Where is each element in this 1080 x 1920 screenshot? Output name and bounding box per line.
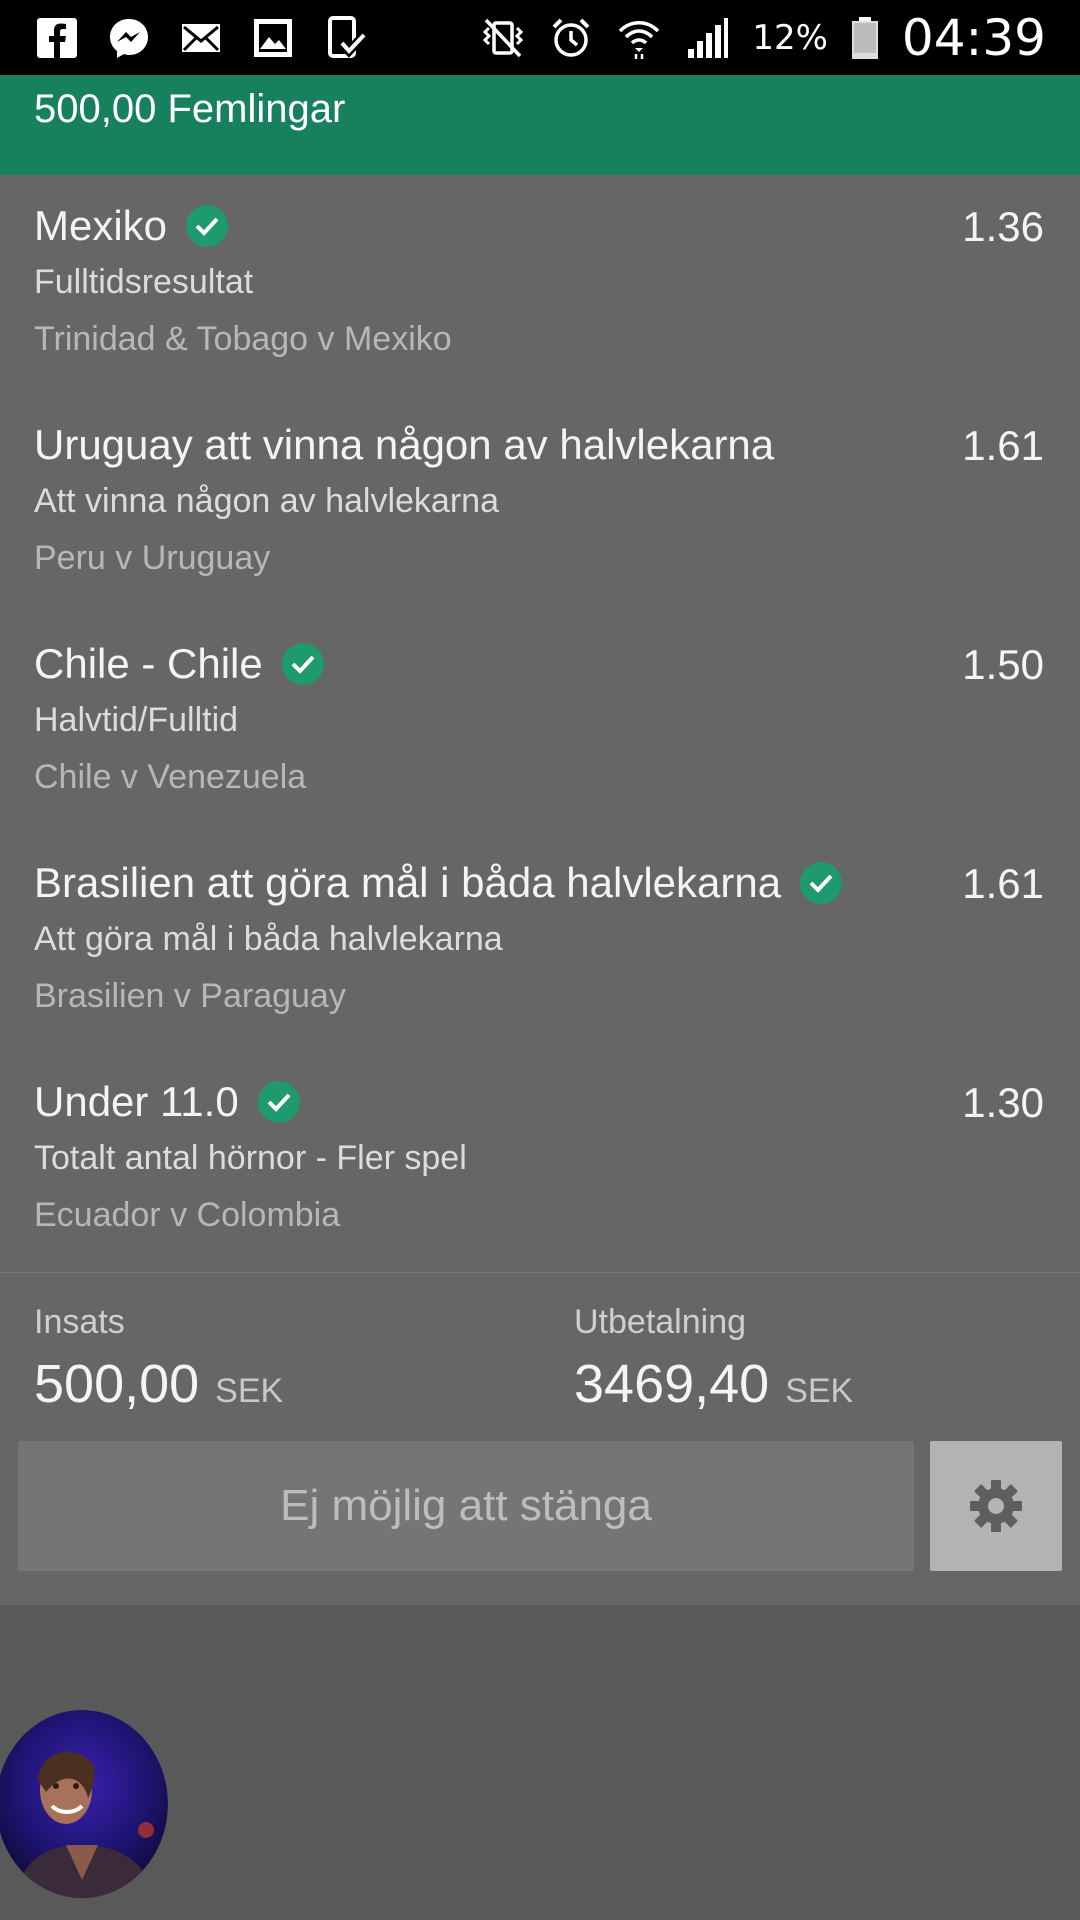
bet-event: Brasilien v Paraguay bbox=[34, 977, 346, 1015]
bet-odds: 1.61 bbox=[962, 860, 1044, 907]
bet-odds: 1.30 bbox=[962, 1079, 1044, 1126]
facebook-icon bbox=[37, 18, 77, 58]
gallery-icon bbox=[254, 19, 292, 57]
payout-value: 3469,40 bbox=[574, 1354, 770, 1414]
check-circle-icon bbox=[800, 862, 843, 904]
bet-event: Ecuador v Colombia bbox=[34, 1196, 341, 1234]
battery-percent: 12% bbox=[752, 18, 828, 58]
stake-value: 500,00 bbox=[34, 1354, 200, 1414]
check-circle-icon bbox=[281, 643, 324, 685]
bet-market: Att vinna någon av halvlekarna bbox=[34, 482, 499, 520]
bet-title-row: Mexiko bbox=[34, 201, 229, 251]
alarm-icon bbox=[552, 18, 590, 57]
messenger-icon bbox=[110, 19, 148, 58]
bet-market: Halvtid/Fulltid bbox=[34, 701, 239, 739]
bet-item: Under 11.0 1.30 Totalt antal hörnor - Fl… bbox=[0, 1051, 1080, 1270]
bet-market: Att göra mål i båda halvlekarna bbox=[34, 920, 503, 958]
mail-icon bbox=[182, 24, 220, 52]
status-bar: 12% 04:39 bbox=[0, 0, 1080, 75]
clock: 04:39 bbox=[901, 9, 1046, 67]
bet-selection: Uruguay att vinna någon av halvlekarna bbox=[34, 421, 775, 468]
cash-out-button-label: Ej möjlig att stänga bbox=[280, 1481, 652, 1530]
bet-odds: 1.36 bbox=[962, 203, 1044, 250]
bet-title-row: Brasilien att göra mål i båda halvlekarn… bbox=[34, 858, 843, 908]
stake-currency: SEK bbox=[215, 1372, 284, 1410]
bet-title-row: Under 11.0 bbox=[34, 1077, 301, 1127]
settings-button[interactable] bbox=[930, 1441, 1062, 1571]
bet-title-row: Chile - Chile bbox=[34, 639, 325, 689]
bet-market: Fulltidsresultat bbox=[34, 263, 254, 301]
stake-amount: 500,00 SEK bbox=[34, 1353, 283, 1415]
bet-odds: 1.50 bbox=[962, 641, 1044, 688]
bet-title-row: Uruguay att vinna någon av halvlekarna bbox=[34, 420, 774, 470]
stake-label: Insats bbox=[34, 1303, 125, 1341]
bet-summary: Insats 500,00 SEK Utbetalning 3469,40 SE… bbox=[0, 1273, 1080, 1605]
avatar[interactable] bbox=[0, 1710, 168, 1898]
check-circle-icon bbox=[257, 1081, 300, 1123]
gear-icon bbox=[970, 1480, 1022, 1532]
download-icon bbox=[328, 16, 368, 58]
payout-currency: SEK bbox=[785, 1372, 854, 1410]
bet-selection: Under 11.0 bbox=[34, 1078, 239, 1125]
bet-item: Brasilien att göra mål i båda halvlekarn… bbox=[0, 832, 1080, 1051]
bet-list: Mexiko 1.36 Fulltidsresultat Trinidad & … bbox=[0, 175, 1080, 1274]
bet-event: Chile v Venezuela bbox=[34, 758, 307, 796]
payout-label: Utbetalning bbox=[574, 1303, 747, 1341]
check-circle-icon bbox=[186, 205, 229, 247]
wifi-icon bbox=[619, 21, 660, 59]
bet-selection: Brasilien att göra mål i båda halvlekarn… bbox=[34, 859, 782, 906]
battery-icon bbox=[851, 17, 878, 59]
vibrate-icon bbox=[483, 18, 524, 58]
bet-header: 500,00 Femlingar bbox=[0, 75, 1080, 175]
bet-item: Chile - Chile 1.50 Halvtid/Fulltid Chile… bbox=[0, 613, 1080, 832]
bet-event: Trinidad & Tobago v Mexiko bbox=[34, 320, 452, 358]
payout-amount: 3469,40 SEK bbox=[574, 1353, 853, 1415]
bet-selection: Chile - Chile bbox=[34, 640, 263, 687]
signal-icon bbox=[688, 18, 729, 58]
bet-odds: 1.61 bbox=[962, 422, 1044, 469]
bet-selection: Mexiko bbox=[34, 202, 168, 249]
cash-out-button[interactable]: Ej möjlig att stänga bbox=[18, 1441, 914, 1571]
status-bar-notifications bbox=[34, 10, 368, 66]
bet-event: Peru v Uruguay bbox=[34, 539, 271, 577]
status-bar-system: 12% 04:39 bbox=[480, 6, 1046, 70]
bet-market: Totalt antal hörnor - Fler spel bbox=[34, 1139, 467, 1177]
bet-item: Mexiko 1.36 Fulltidsresultat Trinidad & … bbox=[0, 175, 1080, 394]
bet-item: Uruguay att vinna någon av halvlekarna 1… bbox=[0, 394, 1080, 613]
header-title: 500,00 Femlingar bbox=[34, 87, 346, 131]
